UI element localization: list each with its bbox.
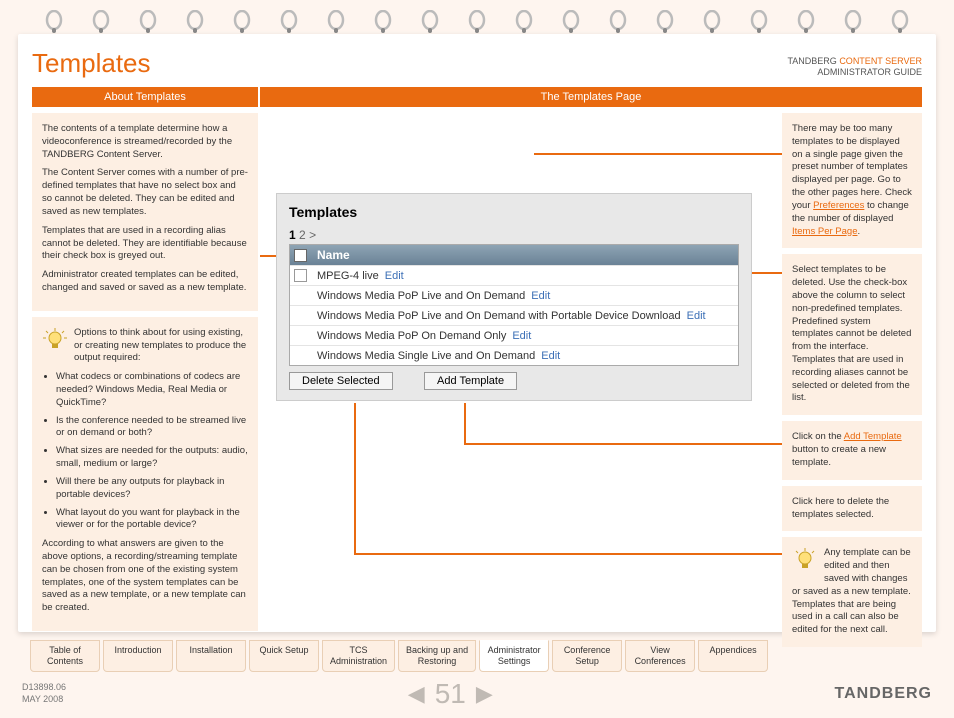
header-right: TANDBERG CONTENT SERVER ADMINISTRATOR GU… — [787, 56, 922, 79]
center-column: Templates 1 2 > Name MPEG-4 live Edit — [264, 113, 776, 647]
spiral-ring — [280, 10, 298, 34]
spiral-ring — [703, 10, 721, 34]
select-all-checkbox[interactable] — [294, 249, 307, 262]
row-checkbox-disabled — [294, 289, 307, 302]
spiral-ring — [92, 10, 110, 34]
template-name: Windows Media PoP Live and On Demand wit… — [317, 310, 681, 322]
spiral-ring — [421, 10, 439, 34]
next-page-arrow[interactable]: ▶ — [476, 681, 493, 707]
callout-line — [464, 443, 782, 445]
about-box: The contents of a template determine how… — [32, 113, 258, 311]
spiral-ring — [233, 10, 251, 34]
edit-link[interactable]: Edit — [541, 350, 560, 362]
lightbulb-icon — [792, 547, 818, 573]
callout-line — [534, 153, 782, 155]
nav-admin-settings[interactable]: AdministratorSettings — [479, 640, 549, 672]
options-box: Options to think about for using existin… — [32, 317, 258, 631]
spiral-ring — [327, 10, 345, 34]
tab-about-templates[interactable]: About Templates — [32, 87, 258, 107]
nav-conference-setup[interactable]: ConferenceSetup — [552, 640, 622, 672]
nav-appendices[interactable]: Appendices — [698, 640, 768, 672]
tandberg-logo: TANDBERG — [835, 685, 932, 703]
right-column: There may be too many templates to be di… — [782, 113, 922, 647]
table-row: MPEG-4 live Edit — [290, 265, 738, 285]
callout-edit-template: Any template can be edited and then save… — [782, 537, 922, 647]
spiral-ring — [374, 10, 392, 34]
footer-ref: D13898.06MAY 2008 — [22, 682, 66, 705]
spiral-binding: for (let i=0;i<19;i++){ document.write('… — [0, 0, 954, 34]
edit-link[interactable]: Edit — [687, 310, 706, 322]
edit-link[interactable]: Edit — [385, 270, 404, 282]
lightbulb-icon — [42, 327, 68, 353]
table-row: Windows Media Single Live and On Demand … — [290, 345, 738, 365]
nav-installation[interactable]: Installation — [176, 640, 246, 672]
row-checkbox[interactable] — [294, 269, 307, 282]
preferences-link[interactable]: Preferences — [813, 200, 864, 211]
templates-table: Name MPEG-4 live Edit Windows Media PoP … — [289, 244, 739, 366]
nav-quick-setup[interactable]: Quick Setup — [249, 640, 319, 672]
table-row: Windows Media PoP Live and On Demand wit… — [290, 305, 738, 325]
page-body: Templates TANDBERG CONTENT SERVER ADMINI… — [18, 34, 936, 632]
ss-pagination: 1 2 > — [289, 228, 739, 242]
table-row: Windows Media PoP Live and On Demand Edi… — [290, 285, 738, 305]
add-template-button[interactable]: Add Template — [424, 372, 517, 390]
section-tabs: About Templates The Templates Page — [32, 87, 922, 107]
nav-introduction[interactable]: Introduction — [103, 640, 173, 672]
delete-selected-button[interactable]: Delete Selected — [289, 372, 393, 390]
spiral-ring — [844, 10, 862, 34]
template-name: MPEG-4 live — [317, 270, 379, 282]
template-name: Windows Media Single Live and On Demand — [317, 350, 535, 362]
spiral-ring — [562, 10, 580, 34]
items-per-page-link[interactable]: Items Per Page — [792, 226, 857, 237]
row-checkbox-disabled — [294, 329, 307, 342]
spiral-ring — [797, 10, 815, 34]
spiral-ring — [891, 10, 909, 34]
callout-pagination: There may be too many templates to be di… — [782, 113, 922, 248]
page-1-link[interactable]: 1 — [289, 228, 296, 242]
table-header: Name — [290, 245, 738, 265]
spiral-ring — [750, 10, 768, 34]
edit-link[interactable]: Edit — [531, 290, 550, 302]
spiral-ring — [656, 10, 674, 34]
spiral-ring — [186, 10, 204, 34]
callout-line — [354, 553, 782, 555]
nav-toc[interactable]: Table ofContents — [30, 640, 100, 672]
edit-link[interactable]: Edit — [512, 330, 531, 342]
left-column: The contents of a template determine how… — [32, 113, 258, 647]
spiral-ring — [139, 10, 157, 34]
template-name: Windows Media PoP Live and On Demand — [317, 290, 525, 302]
tab-templates-page[interactable]: The Templates Page — [260, 87, 922, 107]
spiral-ring — [468, 10, 486, 34]
nav-view-conferences[interactable]: ViewConferences — [625, 640, 695, 672]
callout-delete-here: Click here to delete the templates selec… — [782, 486, 922, 532]
add-template-text: Add Template — [844, 431, 902, 442]
col-name-header: Name — [317, 248, 350, 262]
callout-add-template: Click on the Add Template button to crea… — [782, 421, 922, 479]
page-next-link[interactable]: > — [309, 228, 316, 242]
ss-heading: Templates — [289, 204, 739, 220]
bottom-nav-tabs: Table ofContents Introduction Installati… — [18, 640, 936, 672]
page-number: 51 — [435, 678, 466, 710]
templates-screenshot: Templates 1 2 > Name MPEG-4 live Edit — [276, 193, 752, 401]
spiral-ring — [515, 10, 533, 34]
page-2-link[interactable]: 2 — [299, 228, 306, 242]
table-row: Windows Media PoP On Demand Only Edit — [290, 325, 738, 345]
callout-select-delete: Select templates to be deleted. Use the … — [782, 254, 922, 415]
page-title: Templates — [32, 48, 151, 79]
callout-line — [464, 403, 466, 443]
row-checkbox-disabled — [294, 349, 307, 362]
nav-tcs-admin[interactable]: TCSAdministration — [322, 640, 395, 672]
page-footer: D13898.06MAY 2008 ◀ 51 ▶ TANDBERG — [22, 678, 932, 710]
row-checkbox-disabled — [294, 309, 307, 322]
spiral-ring — [609, 10, 627, 34]
template-name: Windows Media PoP On Demand Only — [317, 330, 506, 342]
prev-page-arrow[interactable]: ◀ — [408, 681, 425, 707]
nav-backup-restore[interactable]: Backing up andRestoring — [398, 640, 476, 672]
callout-line — [354, 403, 356, 553]
spiral-ring — [45, 10, 63, 34]
